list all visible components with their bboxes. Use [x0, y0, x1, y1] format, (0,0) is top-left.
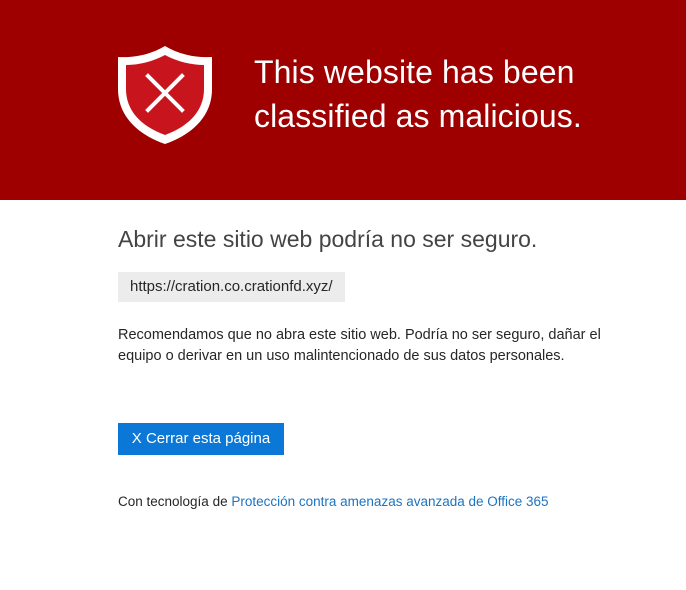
banner-title: This website has been classified as mali…: [254, 54, 582, 134]
footer-prefix: Con tecnología de: [118, 494, 228, 509]
warning-description: Recomendamos que no abra este sitio web.…: [118, 327, 601, 364]
page-heading: Abrir este sitio web podría no ser segur…: [118, 226, 538, 252]
shield-x-icon: [118, 46, 212, 144]
office365-atp-link[interactable]: Protección contra amenazas avanzada de O…: [231, 494, 548, 509]
close-page-button[interactable]: X Cerrar esta página: [118, 423, 284, 455]
blocked-url: https://cration.co.crationfd.xyz/: [118, 272, 345, 302]
warning-banner: This website has been classified as mali…: [0, 0, 686, 200]
footer: Con tecnología de Protección contra amen…: [118, 493, 549, 511]
